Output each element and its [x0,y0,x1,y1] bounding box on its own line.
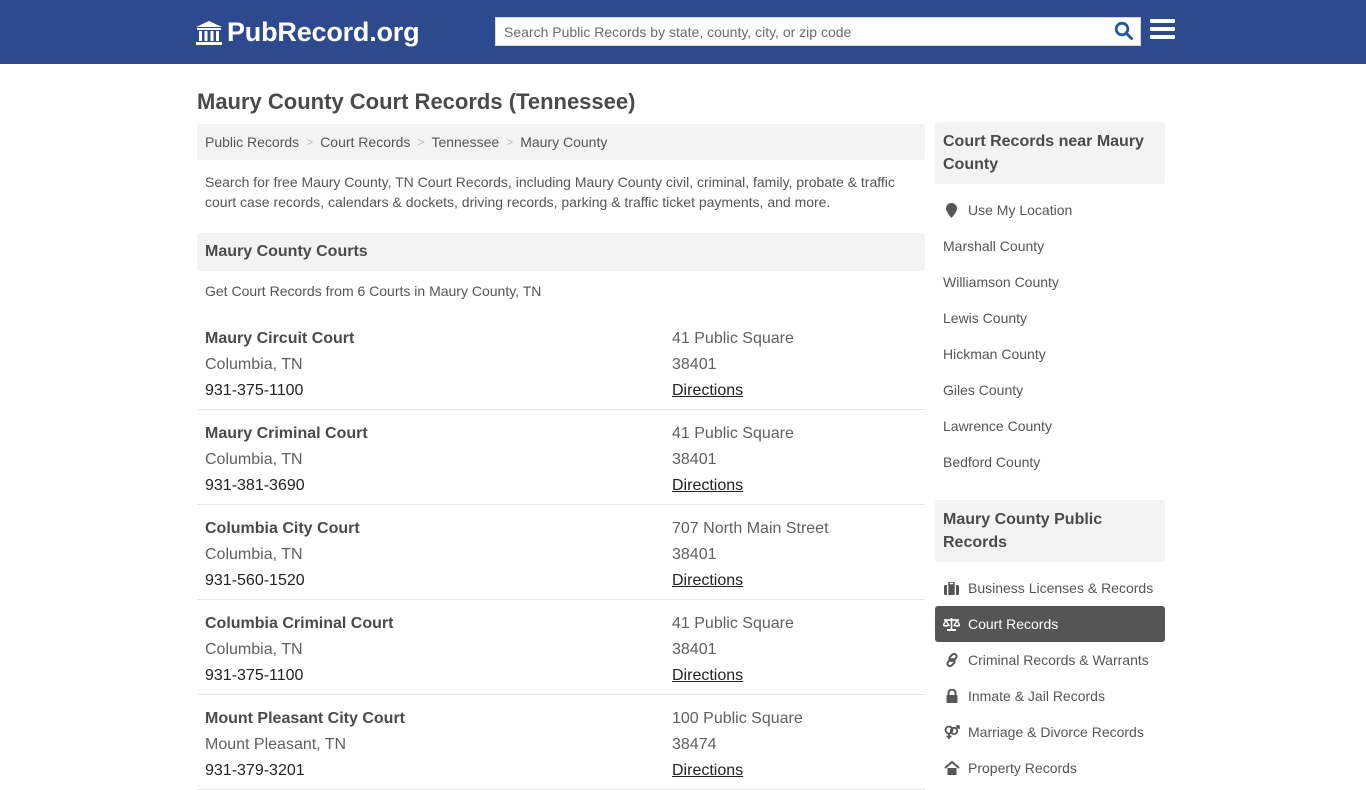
map-marker-icon [943,202,960,218]
court-item: Mount Pleasant City Court Mount Pleasant… [197,695,925,790]
search-icon [1114,21,1133,40]
gender-icon [943,724,960,740]
directions-link[interactable]: Directions [672,568,743,594]
main-content: Maury County Court Records (Tennessee) P… [197,64,925,790]
breadcrumb-court-records[interactable]: Court Records [320,134,410,150]
nearby-list: Use My Location Marshall County Williams… [935,192,1165,480]
court-phone[interactable]: 931-379-3201 [205,758,672,784]
site-logo[interactable]: PubRecord.org [195,17,420,48]
court-item: Maury Circuit Court Columbia, TN 931-375… [197,315,925,410]
court-phone[interactable]: 931-381-3690 [205,473,672,499]
breadcrumb-separator: > [417,135,425,149]
directions-link[interactable]: Directions [672,378,743,404]
court-city: Mount Pleasant, TN [205,736,347,753]
menu-bar-icon [1150,35,1175,39]
sidebar: Court Records near Maury County Use My L… [935,122,1165,786]
intro-text: Search for free Maury County, TN Court R… [205,174,895,210]
court-city: Columbia, TN [205,451,303,468]
page-title: Maury County Court Records (Tennessee) [197,89,636,114]
criminal-records-link[interactable]: Criminal Records & Warrants [935,642,1165,678]
home-icon [943,760,960,776]
property-records-link[interactable]: Property Records [935,750,1165,786]
court-name: Maury Criminal Court [205,425,368,442]
public-records-heading: Maury County Public Records [935,500,1165,562]
courthouse-icon [196,20,222,45]
court-item: Maury Criminal Court Columbia, TN 931-38… [197,410,925,505]
scale-icon [943,616,960,632]
nearby-county-link[interactable]: Giles County [935,372,1165,408]
nearby-county-link[interactable]: Lawrence County [935,408,1165,444]
breadcrumb-tennessee[interactable]: Tennessee [431,134,499,150]
menu-bar-icon [1150,27,1175,31]
courts-list: Maury Circuit Court Columbia, TN 931-375… [197,315,925,790]
briefcase-icon [943,580,960,596]
marriage-divorce-link[interactable]: Marriage & Divorce Records [935,714,1165,750]
court-phone[interactable]: 931-560-1520 [205,568,672,594]
lock-icon [943,688,960,704]
marriage-divorce-label: Marriage & Divorce Records [968,724,1144,740]
court-name: Mount Pleasant City Court [205,710,406,727]
search-button[interactable] [1112,21,1136,43]
court-city: Columbia, TN [205,641,303,658]
nearby-county-link[interactable]: Williamson County [935,264,1165,300]
court-records-link[interactable]: Court Records [935,606,1165,642]
court-name: Maury Circuit Court [205,330,355,347]
directions-link[interactable]: Directions [672,473,743,499]
directions-link[interactable]: Directions [672,758,743,784]
court-records-label: Court Records [968,616,1059,632]
section-heading: Maury County Courts [197,233,925,271]
criminal-records-label: Criminal Records & Warrants [968,652,1149,668]
court-zip: 38401 [672,451,717,468]
court-address: 41 Public Square [672,425,794,442]
logo-text: PubRecord.org [227,17,420,47]
court-address: 707 North Main Street [672,520,829,537]
nearby-county-link[interactable]: Bedford County [935,444,1165,480]
court-zip: 38401 [672,546,717,563]
nearby-county-link[interactable]: Lewis County [935,300,1165,336]
inmate-jail-label: Inmate & Jail Records [968,688,1105,704]
court-phone[interactable]: 931-375-1100 [205,663,672,689]
use-my-location-link[interactable]: Use My Location [935,192,1165,228]
court-address: 41 Public Square [672,330,794,347]
breadcrumb-separator: > [506,135,514,149]
breadcrumb-separator: > [306,135,314,149]
court-name: Columbia Criminal Court [205,615,394,632]
search-input[interactable] [496,18,1106,45]
section-subtitle: Get Court Records from 6 Courts in Maury… [205,283,542,299]
directions-link[interactable]: Directions [672,663,743,689]
public-records-list: Business Licenses & Records Court Record… [935,570,1165,786]
hamburger-menu-button[interactable] [1150,19,1176,43]
inmate-jail-link[interactable]: Inmate & Jail Records [935,678,1165,714]
court-zip: 38474 [672,736,717,753]
top-navbar: PubRecord.org [0,0,1366,64]
court-phone[interactable]: 931-375-1100 [205,378,672,404]
court-address: 100 Public Square [672,710,803,727]
breadcrumb-public-records[interactable]: Public Records [205,134,299,150]
property-records-label: Property Records [968,760,1077,776]
link-icon [943,652,960,668]
nearby-county-link[interactable]: Hickman County [935,336,1165,372]
menu-bar-icon [1150,19,1175,23]
nearby-county-link[interactable]: Marshall County [935,228,1165,264]
court-item: Columbia Criminal Court Columbia, TN 931… [197,600,925,695]
court-city: Columbia, TN [205,356,303,373]
court-city: Columbia, TN [205,546,303,563]
nearby-heading: Court Records near Maury County [935,122,1165,184]
court-name: Columbia City Court [205,520,360,537]
court-zip: 38401 [672,641,717,658]
business-licenses-link[interactable]: Business Licenses & Records [935,570,1165,606]
court-zip: 38401 [672,356,717,373]
court-item: Columbia City Court Columbia, TN 931-560… [197,505,925,600]
business-licenses-label: Business Licenses & Records [968,580,1154,596]
search-box [495,17,1141,46]
breadcrumb-maury-county[interactable]: Maury County [520,134,607,150]
court-address: 41 Public Square [672,615,794,632]
breadcrumb: Public Records > Court Records > Tenness… [197,124,925,160]
use-my-location-label: Use My Location [968,202,1073,218]
